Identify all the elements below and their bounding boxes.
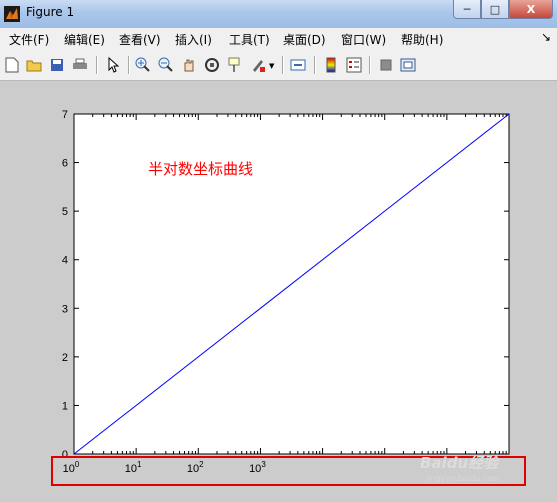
minimize-button[interactable]: ─ <box>453 0 481 19</box>
hide-plot-tools-icon[interactable] <box>377 56 395 74</box>
rotate-3d-icon[interactable] <box>203 56 221 74</box>
menu-view[interactable]: 查看(V) <box>119 31 161 48</box>
toolbar-separator <box>369 56 371 74</box>
toolbar-separator <box>282 56 284 74</box>
show-plot-tools-icon[interactable] <box>399 56 417 74</box>
y-tick-label: 7 <box>62 109 68 121</box>
link-plot-icon[interactable] <box>289 56 307 74</box>
figure-toolbar: ▼ <box>0 50 557 81</box>
title-bar: Figure 1 ─ □ X <box>0 0 557 29</box>
maximize-button[interactable]: □ <box>481 0 509 19</box>
y-tick-label: 4 <box>62 255 68 267</box>
y-tick-label: 3 <box>62 303 68 315</box>
y-tick-label: 5 <box>62 206 68 218</box>
print-icon[interactable] <box>71 56 89 74</box>
toolbar-separator <box>128 56 130 74</box>
figure-canvas: 0 1 2 3 4 5 6 7 100 101 102 103 半对数坐标曲线 <box>0 81 557 498</box>
menu-window[interactable]: 窗口(W) <box>341 31 386 48</box>
semilog-plot[interactable]: 01234567100 101 102 103半对数坐标曲线 <box>0 81 557 498</box>
window-title: Figure 1 <box>26 5 75 19</box>
save-icon[interactable] <box>48 56 66 74</box>
toolbar-separator <box>314 56 316 74</box>
open-file-icon[interactable] <box>25 56 43 74</box>
menu-file[interactable]: 文件(F) <box>9 31 49 48</box>
pan-hand-icon[interactable] <box>180 56 198 74</box>
menu-insert[interactable]: 插入(I) <box>175 31 212 48</box>
menu-pin-icon[interactable]: ↘ <box>541 30 551 44</box>
menu-desktop[interactable]: 桌面(D) <box>283 31 326 48</box>
legend-icon[interactable] <box>345 56 363 74</box>
y-tick-label: 1 <box>62 400 68 412</box>
baidu-watermark: Baidu经验 <box>420 454 499 472</box>
watermark-url: jingyan.baidu.com <box>426 474 500 483</box>
brush-icon[interactable] <box>249 56 267 74</box>
menu-bar: 文件(F) 编辑(E) 查看(V) 插入(I) 工具(T) 桌面(D) 窗口(W… <box>0 28 557 50</box>
y-tick-label: 2 <box>62 352 68 364</box>
zoom-in-icon[interactable] <box>134 56 152 74</box>
close-button[interactable]: X <box>509 0 553 19</box>
window-controls: ─ □ X <box>453 0 553 20</box>
brush-dropdown-icon[interactable]: ▼ <box>269 62 274 70</box>
matlab-logo-icon <box>4 6 20 22</box>
y-tick-label: 6 <box>62 158 68 170</box>
colorbar-icon[interactable] <box>322 56 340 74</box>
zoom-out-icon[interactable] <box>157 56 175 74</box>
plot-annotation: 半对数坐标曲线 <box>148 161 253 178</box>
menu-help[interactable]: 帮助(H) <box>401 31 443 48</box>
menu-tools[interactable]: 工具(T) <box>229 31 270 48</box>
new-figure-icon[interactable] <box>3 56 21 74</box>
menu-edit[interactable]: 编辑(E) <box>64 31 105 48</box>
data-cursor-icon[interactable] <box>226 56 244 74</box>
pointer-icon[interactable] <box>104 56 122 74</box>
toolbar-separator <box>96 56 98 74</box>
